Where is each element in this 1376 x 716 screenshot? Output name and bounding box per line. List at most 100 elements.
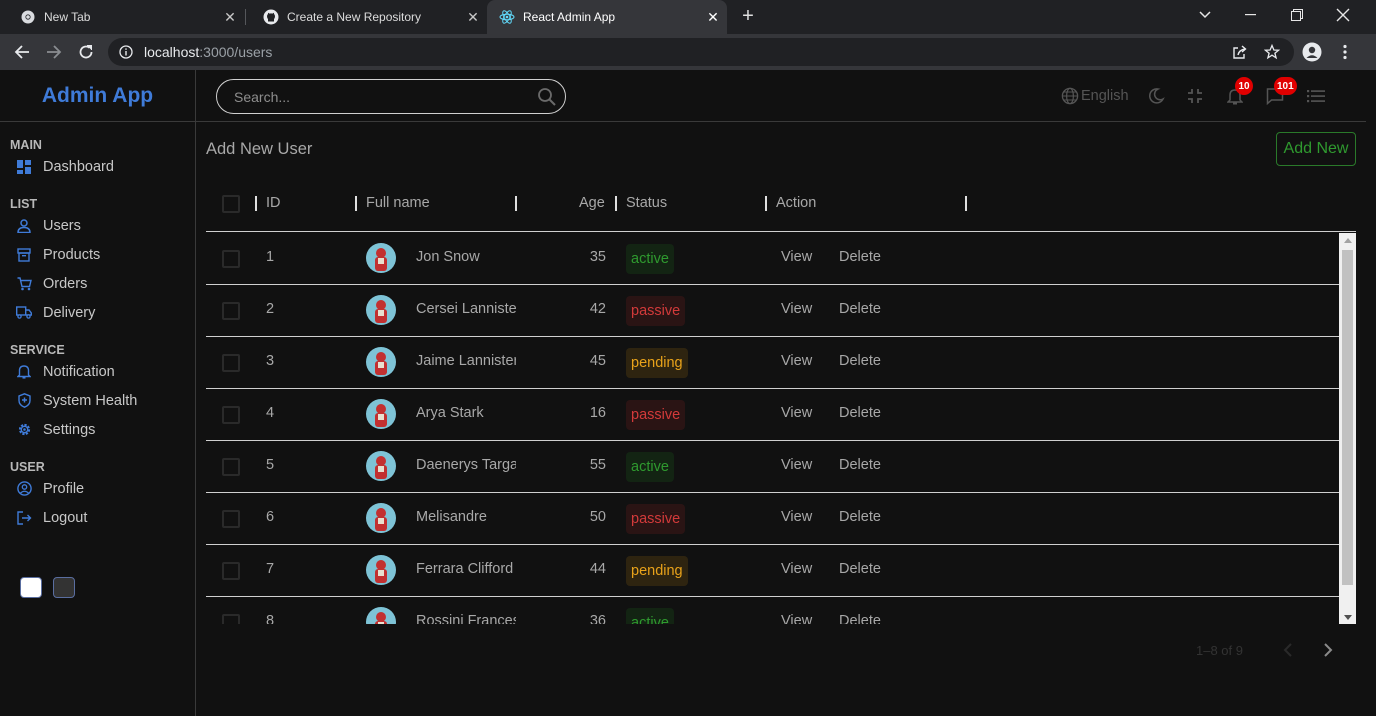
row-checkbox[interactable] — [222, 614, 240, 624]
address-bar[interactable]: localhost:3000/users — [108, 38, 1294, 66]
site-info-icon[interactable] — [118, 44, 134, 60]
row-checkbox[interactable] — [222, 302, 240, 320]
scrollbar-thumb[interactable] — [1342, 250, 1353, 585]
column-separator[interactable] — [255, 196, 257, 211]
delete-button[interactable]: Delete — [839, 509, 881, 525]
select-all-checkbox[interactable] — [222, 195, 240, 213]
profile-icon[interactable] — [1301, 41, 1323, 63]
table-row[interactable]: 8 Rossini Frances 36 active View Delete — [206, 597, 1339, 624]
brand-logo[interactable]: Admin App — [0, 70, 195, 122]
topbar: English 10 101 — [196, 70, 1366, 122]
dark-theme-swatch[interactable] — [53, 577, 75, 598]
fullscreen-toggle[interactable] — [1187, 86, 1203, 106]
column-separator[interactable] — [355, 196, 357, 211]
cell-id: 6 — [266, 509, 275, 525]
sidebar-item-logout[interactable]: Logout — [16, 503, 195, 532]
delete-button[interactable]: Delete — [839, 561, 881, 577]
view-button[interactable]: View — [781, 613, 812, 624]
search-input[interactable] — [234, 88, 524, 105]
delete-button[interactable]: Delete — [839, 249, 881, 265]
table-row[interactable]: 6 Melisandre 50 passive View Delete — [206, 493, 1339, 545]
cell-full-name: Jaime Lannister — [416, 353, 516, 369]
minimize-icon[interactable] — [1229, 0, 1273, 30]
sidebar-item-notification[interactable]: Notification — [16, 357, 195, 386]
close-tab-icon[interactable]: ✕ — [705, 9, 721, 25]
view-button[interactable]: View — [781, 509, 812, 525]
delete-button[interactable]: Delete — [839, 353, 881, 369]
chrome-icon — [20, 9, 36, 25]
column-header-action[interactable]: Action — [776, 195, 816, 211]
row-checkbox[interactable] — [222, 406, 240, 424]
browser-tab-github[interactable]: Create a New Repository ✕ — [243, 0, 487, 34]
bookmark-star-icon[interactable] — [1261, 41, 1283, 63]
scroll-up-icon[interactable] — [1339, 233, 1356, 247]
column-separator[interactable] — [765, 196, 767, 211]
view-button[interactable]: View — [781, 457, 812, 473]
column-separator[interactable] — [515, 196, 517, 211]
column-separator[interactable] — [615, 196, 617, 211]
forward-icon[interactable] — [42, 40, 66, 64]
back-icon[interactable] — [10, 40, 34, 64]
close-tab-icon[interactable]: ✕ — [222, 9, 238, 25]
row-checkbox[interactable] — [222, 354, 240, 372]
delete-button[interactable]: Delete — [839, 613, 881, 624]
row-checkbox[interactable] — [222, 510, 240, 528]
sidebar-item-system-health[interactable]: System Health — [16, 386, 195, 415]
close-window-icon[interactable] — [1321, 0, 1365, 30]
column-header-full-name[interactable]: Full name — [366, 195, 430, 211]
sidebar-item-products[interactable]: Products — [16, 240, 195, 269]
url-path: :3000/users — [199, 44, 273, 60]
previous-page-icon[interactable] — [1283, 643, 1293, 657]
sidebar-item-profile[interactable]: Profile — [16, 474, 195, 503]
list-icon — [1307, 89, 1325, 103]
sidebar-item-orders[interactable]: Orders — [16, 269, 195, 298]
scroll-down-icon[interactable] — [1339, 610, 1356, 624]
column-separator[interactable] — [965, 196, 967, 211]
add-new-button[interactable]: Add New — [1276, 132, 1356, 166]
row-checkbox[interactable] — [222, 250, 240, 268]
vertical-scrollbar[interactable] — [1339, 233, 1356, 624]
column-header-id[interactable]: ID — [266, 195, 281, 211]
browser-tabstrip: New Tab ✕ Create a New Repository ✕ Reac… — [0, 0, 1376, 34]
options-menu-button[interactable] — [1307, 86, 1325, 106]
share-icon[interactable] — [1229, 41, 1251, 63]
delete-button[interactable]: Delete — [839, 405, 881, 421]
view-button[interactable]: View — [781, 301, 812, 317]
browser-menu-icon[interactable] — [1334, 41, 1356, 63]
view-button[interactable]: View — [781, 561, 812, 577]
table-row[interactable]: 1 Jon Snow 35 active View Delete — [206, 233, 1339, 285]
table-row[interactable]: 5 Daenerys Targaryen 55 active View Delete — [206, 441, 1339, 493]
delete-button[interactable]: Delete — [839, 457, 881, 473]
language-selector[interactable]: English — [1061, 86, 1129, 106]
table-row[interactable]: 7 Ferrara Clifford 44 pending View Delete — [206, 545, 1339, 597]
table-row[interactable]: 4 Arya Stark 16 passive View Delete — [206, 389, 1339, 441]
search-icon[interactable] — [537, 87, 557, 112]
view-button[interactable]: View — [781, 353, 812, 369]
status-badge: passive — [626, 296, 686, 326]
browser-tab-react-admin[interactable]: React Admin App ✕ — [487, 0, 727, 34]
view-button[interactable]: View — [781, 249, 812, 265]
restore-icon[interactable] — [1275, 0, 1319, 30]
column-header-age[interactable]: Age — [579, 195, 605, 211]
delete-button[interactable]: Delete — [839, 301, 881, 317]
close-tab-icon[interactable]: ✕ — [465, 9, 481, 25]
light-theme-swatch[interactable] — [20, 577, 42, 598]
reload-icon[interactable] — [74, 40, 98, 64]
browser-tab-new-tab[interactable]: New Tab ✕ — [0, 0, 244, 34]
dark-mode-toggle[interactable] — [1147, 86, 1165, 106]
table-row[interactable]: 3 Jaime Lannister 45 pending View Delete — [206, 337, 1339, 389]
table-row[interactable]: 2 Cersei Lannister 42 passive View Delete — [206, 285, 1339, 337]
sidebar-item-dashboard[interactable]: Dashboard — [16, 152, 195, 181]
avatar — [366, 399, 396, 429]
sidebar-section-title: USER — [10, 460, 45, 474]
row-checkbox[interactable] — [222, 458, 240, 476]
sidebar-item-users[interactable]: Users — [16, 211, 195, 240]
column-header-status[interactable]: Status — [626, 195, 667, 211]
new-tab-button[interactable]: + — [737, 5, 759, 27]
sidebar-item-delivery[interactable]: Delivery — [16, 298, 195, 327]
view-button[interactable]: View — [781, 405, 812, 421]
row-checkbox[interactable] — [222, 562, 240, 580]
tab-search-icon[interactable] — [1183, 0, 1227, 30]
sidebar-item-settings[interactable]: Settings — [16, 415, 195, 444]
next-page-icon[interactable] — [1323, 643, 1333, 657]
